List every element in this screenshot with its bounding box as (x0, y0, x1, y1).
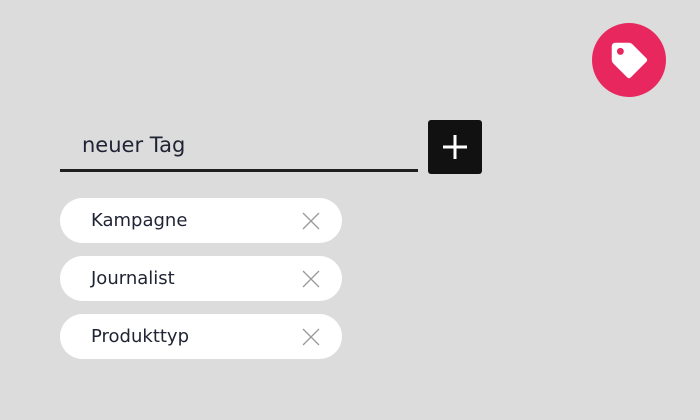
tag-badge (592, 23, 666, 97)
close-icon (301, 211, 321, 231)
tag-label: Kampagne (91, 210, 188, 231)
remove-tag-kampagne-button[interactable] (300, 210, 322, 232)
close-icon (301, 327, 321, 347)
tag-list: Kampagne Journalist Produkttyp (60, 198, 342, 372)
plus-icon (441, 133, 469, 161)
remove-tag-produkttyp-button[interactable] (300, 326, 322, 348)
tag-label: Produkttyp (91, 326, 190, 347)
tag-chip-kampagne: Kampagne (60, 198, 342, 243)
remove-tag-journalist-button[interactable] (300, 268, 322, 290)
tag-chip-journalist: Journalist (60, 256, 342, 301)
tag-label: Journalist (91, 268, 175, 289)
tag-icon (606, 37, 652, 83)
new-tag-input[interactable] (60, 120, 418, 172)
new-tag-row (60, 120, 482, 176)
add-tag-button[interactable] (428, 120, 482, 174)
close-icon (301, 269, 321, 289)
tag-chip-produkttyp: Produkttyp (60, 314, 342, 359)
